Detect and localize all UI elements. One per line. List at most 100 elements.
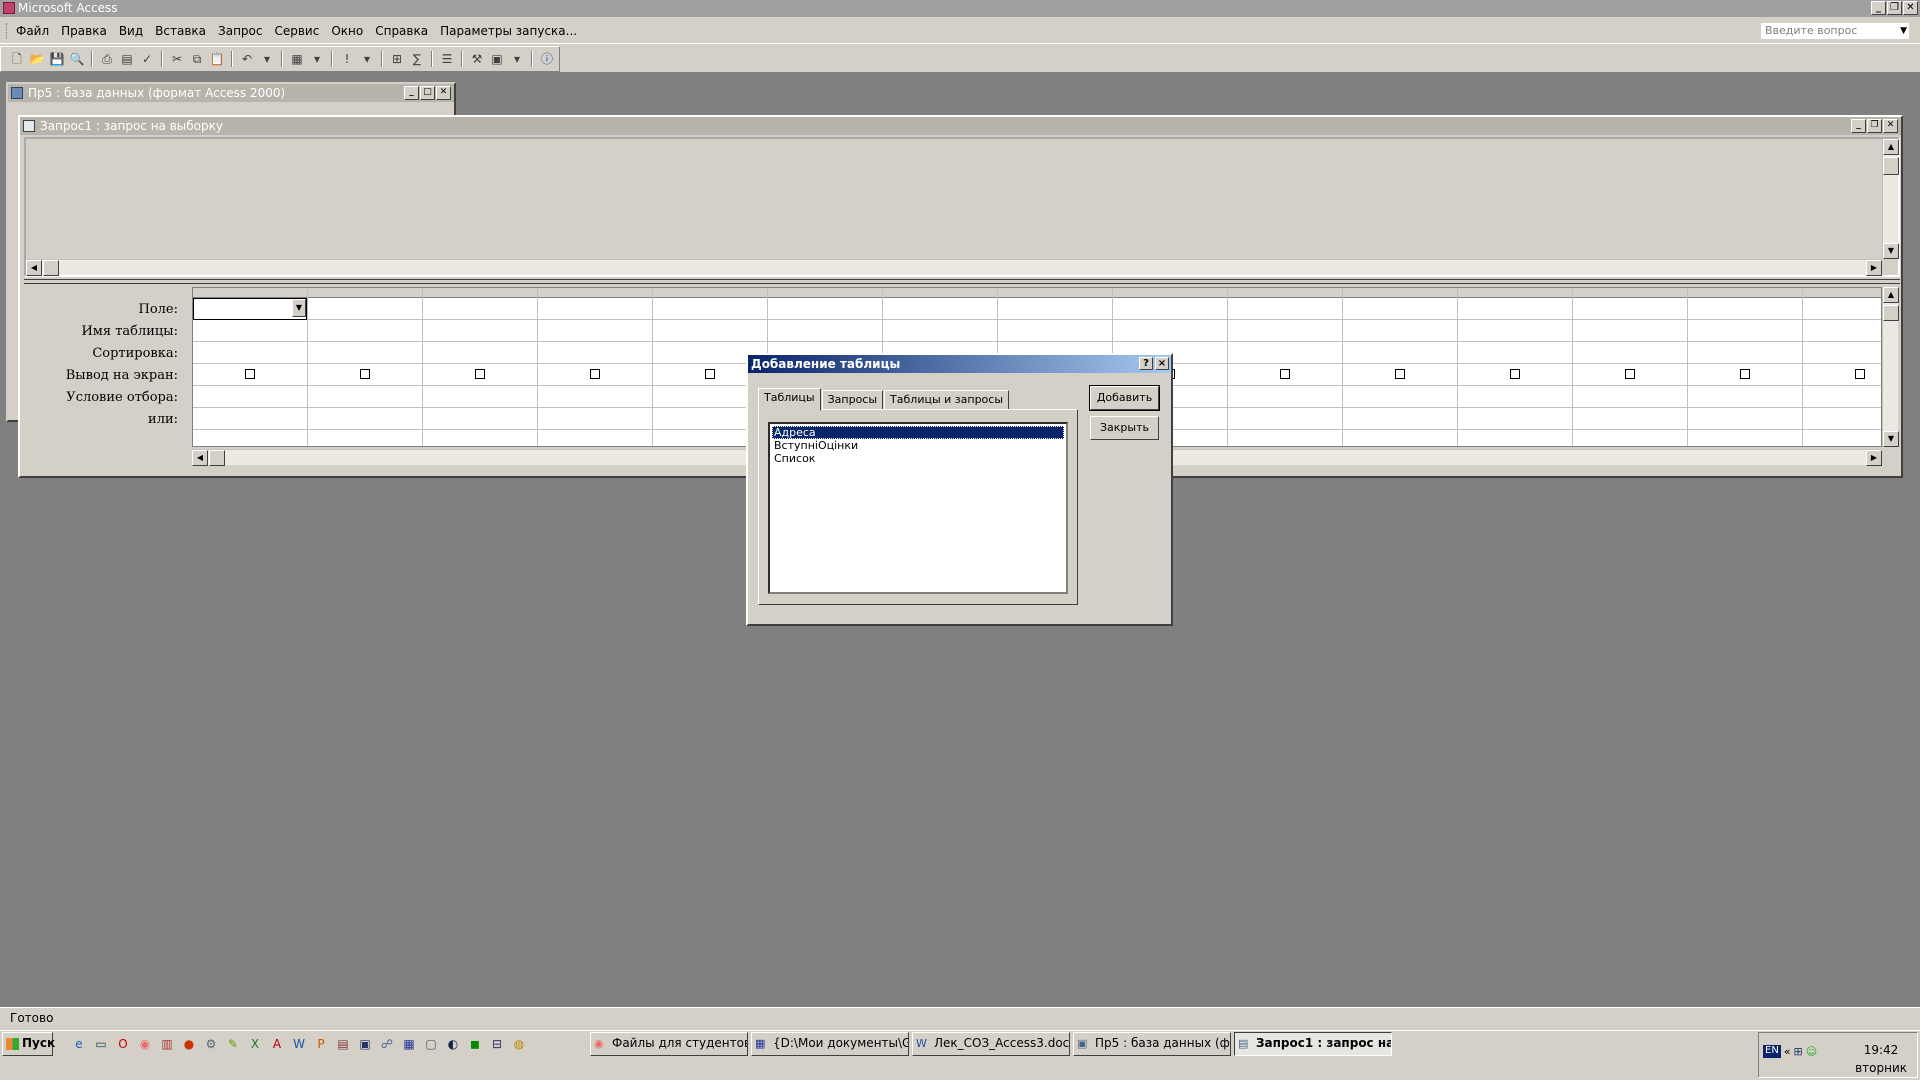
grid-cell-field[interactable] bbox=[1343, 298, 1457, 320]
database-window-icon[interactable]: ▣ bbox=[489, 51, 505, 67]
restore-button[interactable]: ❐ bbox=[1867, 119, 1882, 133]
grid-cell-field[interactable] bbox=[1573, 298, 1687, 320]
chevron-down-icon[interactable]: ▾ bbox=[259, 51, 275, 67]
list-item[interactable]: Список bbox=[772, 452, 1064, 465]
grid-cell-field[interactable] bbox=[1458, 298, 1572, 320]
grid-cell-show[interactable] bbox=[423, 364, 537, 386]
close-button[interactable]: ✕ bbox=[1883, 119, 1898, 133]
show-checkbox[interactable] bbox=[1625, 369, 1635, 379]
grid-cell-sort[interactable] bbox=[308, 342, 422, 364]
grid-cell-field[interactable] bbox=[423, 298, 537, 320]
grid-cell-sort[interactable] bbox=[1228, 342, 1342, 364]
grid-cell-or[interactable] bbox=[1228, 408, 1342, 430]
task-firefox[interactable]: ◉ Файлы для студентов -... bbox=[590, 1032, 748, 1056]
grid-cell-table[interactable] bbox=[1803, 320, 1881, 342]
run-icon[interactable]: ! bbox=[339, 51, 355, 67]
tab-tables[interactable]: Таблицы bbox=[758, 388, 821, 411]
menu-startup[interactable]: Параметры запуска... bbox=[434, 23, 583, 39]
grid-cell-table[interactable] bbox=[1343, 320, 1457, 342]
excel-icon[interactable]: X bbox=[246, 1036, 264, 1053]
close-button[interactable]: ✕ bbox=[436, 86, 451, 100]
task-explorer[interactable]: ▦ {D:\Мои документы\GE... bbox=[751, 1032, 909, 1056]
grid-column[interactable]: ▼ bbox=[193, 288, 308, 446]
scroll-thumb[interactable] bbox=[1883, 157, 1899, 175]
grid-column[interactable] bbox=[1573, 288, 1688, 446]
chevron-down-icon[interactable]: ▼ bbox=[1900, 23, 1907, 39]
cut-icon[interactable]: ✂ bbox=[169, 51, 185, 67]
grid-cell-table[interactable] bbox=[883, 320, 997, 342]
show-checkbox[interactable] bbox=[245, 369, 255, 379]
network-icon[interactable]: ⊞ bbox=[1794, 1045, 1803, 1058]
maximize-button[interactable]: □ bbox=[420, 86, 435, 100]
grid-cell-criteria[interactable] bbox=[1688, 386, 1802, 408]
menu-window[interactable]: Окно bbox=[325, 23, 369, 39]
grid-column[interactable] bbox=[1343, 288, 1458, 446]
grid-column[interactable] bbox=[538, 288, 653, 446]
player-icon[interactable]: ◐ bbox=[444, 1036, 462, 1053]
properties-icon[interactable]: ☰ bbox=[439, 51, 455, 67]
show-checkbox[interactable] bbox=[1740, 369, 1750, 379]
dialog-titlebar[interactable]: Добавление таблицы ? × bbox=[748, 355, 1171, 373]
grid-cell-criteria[interactable] bbox=[1803, 386, 1881, 408]
grid-cell-table[interactable] bbox=[423, 320, 537, 342]
grid-cell-table[interactable] bbox=[768, 320, 882, 342]
query-type-icon[interactable]: ▦ bbox=[289, 51, 305, 67]
grid-cell-table[interactable] bbox=[193, 320, 307, 342]
task-word[interactable]: W Лек_СОЗ_Access3.doc -... bbox=[912, 1032, 1070, 1056]
help-search-input[interactable]: Введите вопрос ▼ bbox=[1760, 22, 1910, 40]
word-icon[interactable]: W bbox=[290, 1036, 308, 1053]
column-selector[interactable] bbox=[1458, 288, 1572, 298]
column-selector[interactable] bbox=[883, 288, 997, 298]
close-button[interactable]: ✕ bbox=[1903, 1, 1918, 15]
grid-cell-table[interactable] bbox=[1458, 320, 1572, 342]
grid-cell-table[interactable] bbox=[1688, 320, 1802, 342]
grid-cell-table[interactable] bbox=[538, 320, 652, 342]
powerpoint-icon[interactable]: P bbox=[312, 1036, 330, 1053]
column-selector[interactable] bbox=[998, 288, 1112, 298]
grid-cell-or[interactable] bbox=[1573, 408, 1687, 430]
grid-cell-or[interactable] bbox=[1458, 408, 1572, 430]
task-access-db[interactable]: ▣ Пр5 : база данных (фо... bbox=[1073, 1032, 1231, 1056]
grid-cell-table[interactable] bbox=[1573, 320, 1687, 342]
menubar-grip[interactable] bbox=[6, 23, 9, 39]
grid-cell-sort[interactable] bbox=[1573, 342, 1687, 364]
language-indicator[interactable]: EN bbox=[1763, 1045, 1781, 1058]
grid-cell-or[interactable] bbox=[308, 408, 422, 430]
scroll-up-icon[interactable]: ▲ bbox=[1883, 287, 1899, 303]
column-selector[interactable] bbox=[308, 288, 422, 298]
database-window-titlebar[interactable]: Пр5 : база данных (формат Access 2000) _… bbox=[8, 84, 454, 102]
column-selector[interactable] bbox=[768, 288, 882, 298]
menu-help[interactable]: Справка bbox=[369, 23, 434, 39]
scroll-thumb[interactable] bbox=[1883, 305, 1899, 321]
close-icon[interactable]: × bbox=[1155, 357, 1169, 370]
grid-cell-sort[interactable] bbox=[1458, 342, 1572, 364]
grid-cell-or[interactable] bbox=[1343, 408, 1457, 430]
column-selector[interactable] bbox=[1803, 288, 1881, 298]
table-pane-vscroll[interactable]: ▲ ▼ bbox=[1882, 139, 1899, 259]
grid-cell-show[interactable] bbox=[1458, 364, 1572, 386]
save-disk-icon[interactable]: ▣ bbox=[356, 1036, 374, 1053]
grid-cell-sort[interactable] bbox=[193, 342, 307, 364]
desktop-icon[interactable]: ▭ bbox=[92, 1036, 110, 1053]
grid-cell-criteria[interactable] bbox=[1573, 386, 1687, 408]
restore-button[interactable]: ❐ bbox=[1887, 1, 1902, 15]
column-selector[interactable] bbox=[1343, 288, 1457, 298]
paste-icon[interactable]: 📋 bbox=[209, 51, 225, 67]
grid-cell-or[interactable] bbox=[423, 408, 537, 430]
grid-cell-show[interactable] bbox=[308, 364, 422, 386]
grid-cell-criteria[interactable] bbox=[423, 386, 537, 408]
grid-cell-sort[interactable] bbox=[423, 342, 537, 364]
media-icon[interactable]: ● bbox=[180, 1036, 198, 1053]
ie-icon[interactable]: e bbox=[70, 1036, 88, 1053]
help-icon[interactable]: ⓘ bbox=[539, 51, 555, 67]
messenger-icon[interactable]: ☺ bbox=[1806, 1045, 1817, 1058]
green-app-icon[interactable]: ◼ bbox=[466, 1036, 484, 1053]
query-window-titlebar[interactable]: Запрос1 : запрос на выборку _ ❐ ✕ bbox=[20, 117, 1901, 135]
copy-icon[interactable]: ⧉ bbox=[189, 51, 205, 67]
monitor-icon[interactable]: ⊟ bbox=[488, 1036, 506, 1053]
column-selector[interactable] bbox=[1113, 288, 1227, 298]
clock[interactable]: 19:42 вторник bbox=[1855, 1041, 1907, 1077]
grid-cell-field[interactable] bbox=[768, 298, 882, 320]
list-item[interactable]: ВступніОцінки bbox=[772, 439, 1064, 452]
tab-queries[interactable]: Запросы bbox=[821, 390, 884, 410]
